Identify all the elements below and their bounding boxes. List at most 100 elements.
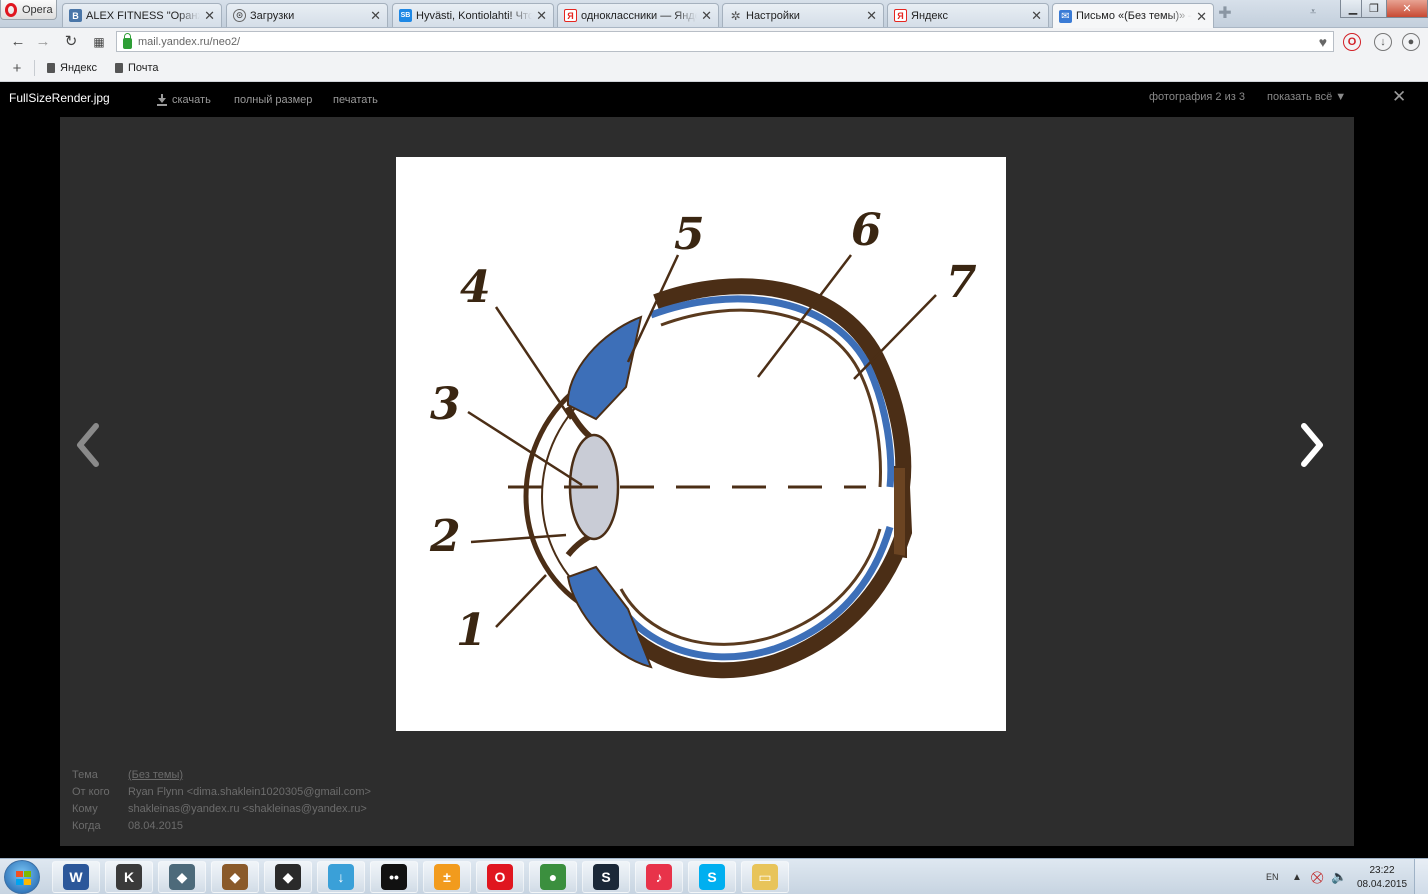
taskbar-app-explorer[interactable]: ▭ xyxy=(741,861,789,893)
bookmark-mail[interactable]: Почта xyxy=(115,62,159,74)
tab-title: Настройки xyxy=(746,9,800,22)
taskbar-app-counter-strike[interactable]: K xyxy=(105,861,153,893)
system-clock[interactable]: 23:22 08.04.2015 xyxy=(1356,864,1408,892)
tab-close-icon[interactable]: ✕ xyxy=(370,9,381,22)
window-close-button[interactable]: ✕ xyxy=(1386,0,1428,18)
viewer-filename: FullSizeRender.jpg xyxy=(9,91,110,105)
add-bookmark-plus-icon[interactable]: + xyxy=(0,60,34,77)
steam-icon: S xyxy=(593,864,619,890)
opera-menu-button[interactable]: Opera xyxy=(0,0,57,20)
tab-settings[interactable]: ✲ Настройки ✕ xyxy=(722,3,884,27)
page-scrollbar[interactable] xyxy=(1417,116,1428,858)
stash-heart-icon[interactable]: ♥ xyxy=(1319,34,1327,50)
meta-subject-link[interactable]: (Без темы) xyxy=(128,769,183,781)
address-toolbar: ← → ↻ ▦ mail.yandex.ru/neo2/ ♥ O ↓ ● xyxy=(0,28,1428,55)
viewer-toolbar: FullSizeRender.jpg скачать полный размер… xyxy=(0,82,1428,116)
taskbar-app-opera[interactable]: O xyxy=(476,861,524,893)
yandex-icon: Я xyxy=(894,9,907,22)
divider xyxy=(34,60,35,76)
back-arrow-icon[interactable]: ← xyxy=(8,32,28,52)
volume-icon[interactable]: 🔈 xyxy=(1331,859,1347,894)
taskbar-app-skype[interactable]: S xyxy=(688,861,736,893)
print-button[interactable]: печатать xyxy=(333,94,378,106)
window-maximize-button[interactable]: ❐ xyxy=(1361,0,1387,18)
viewer-stage: 1 2 3 4 5 6 7 Тема (Без темы) От кого Ry… xyxy=(60,117,1354,846)
tab-close-icon[interactable]: ✕ xyxy=(536,9,547,22)
clock-date: 08.04.2015 xyxy=(1356,879,1408,890)
taskbar-app-steam[interactable]: S xyxy=(582,861,630,893)
language-indicator[interactable]: EN xyxy=(1266,859,1279,894)
meta-to-row: Кому shakleinas@yandex.ru <shakleinas@ya… xyxy=(72,800,371,817)
forward-arrow-icon[interactable]: → xyxy=(33,32,53,52)
taskbar-app-game-3[interactable]: ◆ xyxy=(264,861,312,893)
bookmark-label: Почта xyxy=(128,62,159,74)
viewer-close-icon[interactable]: ✕ xyxy=(1392,87,1406,107)
clock-time: 23:22 xyxy=(1369,865,1395,876)
full-size-button[interactable]: полный размер xyxy=(234,94,312,106)
tab-title: Hyvästi, Kontiolahti! Что д xyxy=(416,9,533,22)
speed-dial-grid-icon[interactable]: ▦ xyxy=(89,32,109,52)
taskbar-app-itunes[interactable]: ♪ xyxy=(635,861,683,893)
download-circle-icon[interactable]: ↓ xyxy=(1374,33,1392,51)
start-button[interactable] xyxy=(4,860,40,894)
word-icon: W xyxy=(63,864,89,890)
vk-icon: В xyxy=(69,9,82,22)
new-tab-plus-icon[interactable]: ✚ xyxy=(1216,6,1234,24)
taskbar-app-calculator[interactable]: ± xyxy=(423,861,471,893)
taskbar-app-word[interactable]: W xyxy=(52,861,100,893)
sb-icon: SB xyxy=(399,9,412,22)
adblock-extension-icon[interactable]: O xyxy=(1343,33,1361,51)
taskbar-app-messenger[interactable]: •• xyxy=(370,861,418,893)
bookmarks-bar: + Яндекс Почта xyxy=(0,55,1428,82)
tab-hyvasti[interactable]: SB Hyvästi, Kontiolahti! Что д ✕ xyxy=(392,3,554,27)
itunes-icon: ♪ xyxy=(646,864,672,890)
taskbar-app-game-2[interactable]: ◆ xyxy=(211,861,259,893)
tab-odnoklassniki[interactable]: Я одноклассники — Яндекс ✕ xyxy=(557,3,719,27)
game-1-icon: ◆ xyxy=(169,864,195,890)
label-5: 5 xyxy=(674,209,705,260)
photo-counter: фотография 2 из 3 xyxy=(1149,91,1245,103)
meta-date-row: Когда 08.04.2015 xyxy=(72,817,371,834)
opera-menu-label: Opera xyxy=(22,3,53,16)
next-photo-arrow-icon[interactable] xyxy=(1298,420,1328,470)
label-2: 2 xyxy=(429,511,461,562)
taskbar-app-downloader[interactable]: ↓ xyxy=(317,861,365,893)
tray-expand-chevron-icon[interactable]: ▲ xyxy=(1292,859,1302,894)
taskbar-app-game-1[interactable]: ◆ xyxy=(158,861,206,893)
address-field[interactable]: mail.yandex.ru/neo2/ ♥ xyxy=(116,31,1334,52)
tab-downloads[interactable]: ⊙ Загрузки ✕ xyxy=(226,3,388,27)
tab-close-icon[interactable]: ✕ xyxy=(701,9,712,22)
show-desktop-button[interactable] xyxy=(1414,859,1428,894)
download-button[interactable]: скачать xyxy=(157,94,211,106)
image-viewer-overlay: FullSizeRender.jpg скачать полный размер… xyxy=(0,82,1428,858)
tab-close-icon[interactable]: ✕ xyxy=(204,9,215,22)
windows-logo-icon xyxy=(16,871,31,885)
label-7: 7 xyxy=(946,257,977,308)
opera-icon: O xyxy=(487,864,513,890)
url-text: mail.yandex.ru/neo2/ xyxy=(138,35,241,48)
tab-close-icon[interactable]: ✕ xyxy=(1196,10,1207,23)
taskbar-app-chrome[interactable]: ● xyxy=(529,861,577,893)
tab-title: одноклассники — Яндекс xyxy=(581,9,697,22)
tab-close-icon[interactable]: ✕ xyxy=(866,9,877,22)
chrome-icon: ● xyxy=(540,864,566,890)
tab-close-icon[interactable]: ✕ xyxy=(1031,9,1042,22)
tab-menu-chevron-icon[interactable]: ⩡ xyxy=(1310,6,1316,19)
previous-photo-arrow-icon[interactable] xyxy=(72,420,102,470)
tab-yandex[interactable]: Я Яндекс ✕ xyxy=(887,3,1049,27)
show-all-button[interactable]: показать всё ▼ xyxy=(1267,91,1346,103)
reload-icon[interactable]: ↻ xyxy=(61,32,81,52)
download-label: скачать xyxy=(172,94,211,106)
skype-icon: S xyxy=(699,864,725,890)
bookmark-yandex[interactable]: Яндекс xyxy=(47,62,97,74)
tab-title: Загрузки xyxy=(250,9,295,22)
tab-alex-fitness[interactable]: В ALEX FITNESS "Оранж Ме ✕ xyxy=(62,3,222,27)
counter-strike-icon: K xyxy=(116,864,142,890)
opera-logo-icon xyxy=(5,2,17,17)
tab-mail-active[interactable]: ✉ Письмо «(Без темы)» — Я ✕ xyxy=(1052,3,1214,28)
network-warning-icon[interactable]: ⛒ xyxy=(1311,859,1323,894)
page-icon xyxy=(47,63,55,73)
account-icon[interactable]: ● xyxy=(1402,33,1420,51)
tab-title: ALEX FITNESS "Оранж Ме xyxy=(86,9,200,22)
calculator-icon: ± xyxy=(434,864,460,890)
